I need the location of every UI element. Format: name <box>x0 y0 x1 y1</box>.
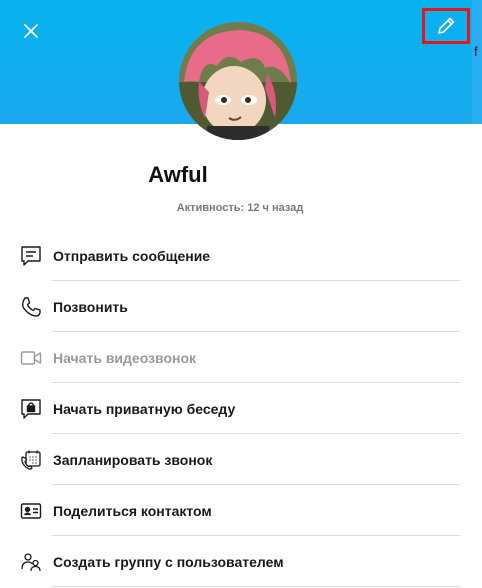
video-icon <box>19 346 43 370</box>
activity-status: Активность: 12 ч назад <box>176 202 304 214</box>
call-action[interactable]: Позвонить <box>0 281 460 332</box>
divider <box>52 586 460 587</box>
video-call-action[interactable]: Начать видеозвонок <box>0 332 460 383</box>
background-window: f <box>472 0 482 588</box>
action-label: Создать группу с пользователем <box>53 553 284 570</box>
lock-chat-icon <box>19 397 43 421</box>
profile-name: Awful <box>148 162 208 187</box>
edit-profile-button[interactable] <box>422 8 470 44</box>
action-label: Отправить сообщение <box>53 247 211 264</box>
close-icon <box>24 24 38 38</box>
private-chat-action[interactable]: Начать приватную беседу <box>0 383 460 434</box>
action-label: Запланировать звонок <box>53 451 213 468</box>
send-message-action[interactable]: Отправить сообщение <box>0 230 460 281</box>
action-label: Позвонить <box>53 298 128 315</box>
action-label: Начать видеозвонок <box>53 349 197 366</box>
message-icon <box>19 244 43 268</box>
action-label: Начать приватную беседу <box>53 400 236 417</box>
group-icon <box>19 550 43 574</box>
share-contact-action[interactable]: Поделиться контактом <box>0 485 460 536</box>
schedule-call-action[interactable]: Запланировать звонок <box>0 434 460 485</box>
action-label: Поделиться контактом <box>53 502 212 519</box>
action-list: Отправить сообщение Позвонить Начать вид… <box>0 230 460 587</box>
phone-icon <box>19 295 43 319</box>
avatar <box>179 22 297 140</box>
close-button[interactable] <box>18 18 44 44</box>
background-header <box>472 0 482 124</box>
profile-panel: Awful Активность: 12 ч назад Отправить с… <box>0 0 472 588</box>
background-text-fragment: f <box>474 44 478 59</box>
create-group-action[interactable]: Создать группу с пользователем <box>0 536 460 587</box>
pencil-icon <box>438 17 455 34</box>
contact-card-icon <box>19 499 43 523</box>
schedule-call-icon <box>19 448 43 472</box>
